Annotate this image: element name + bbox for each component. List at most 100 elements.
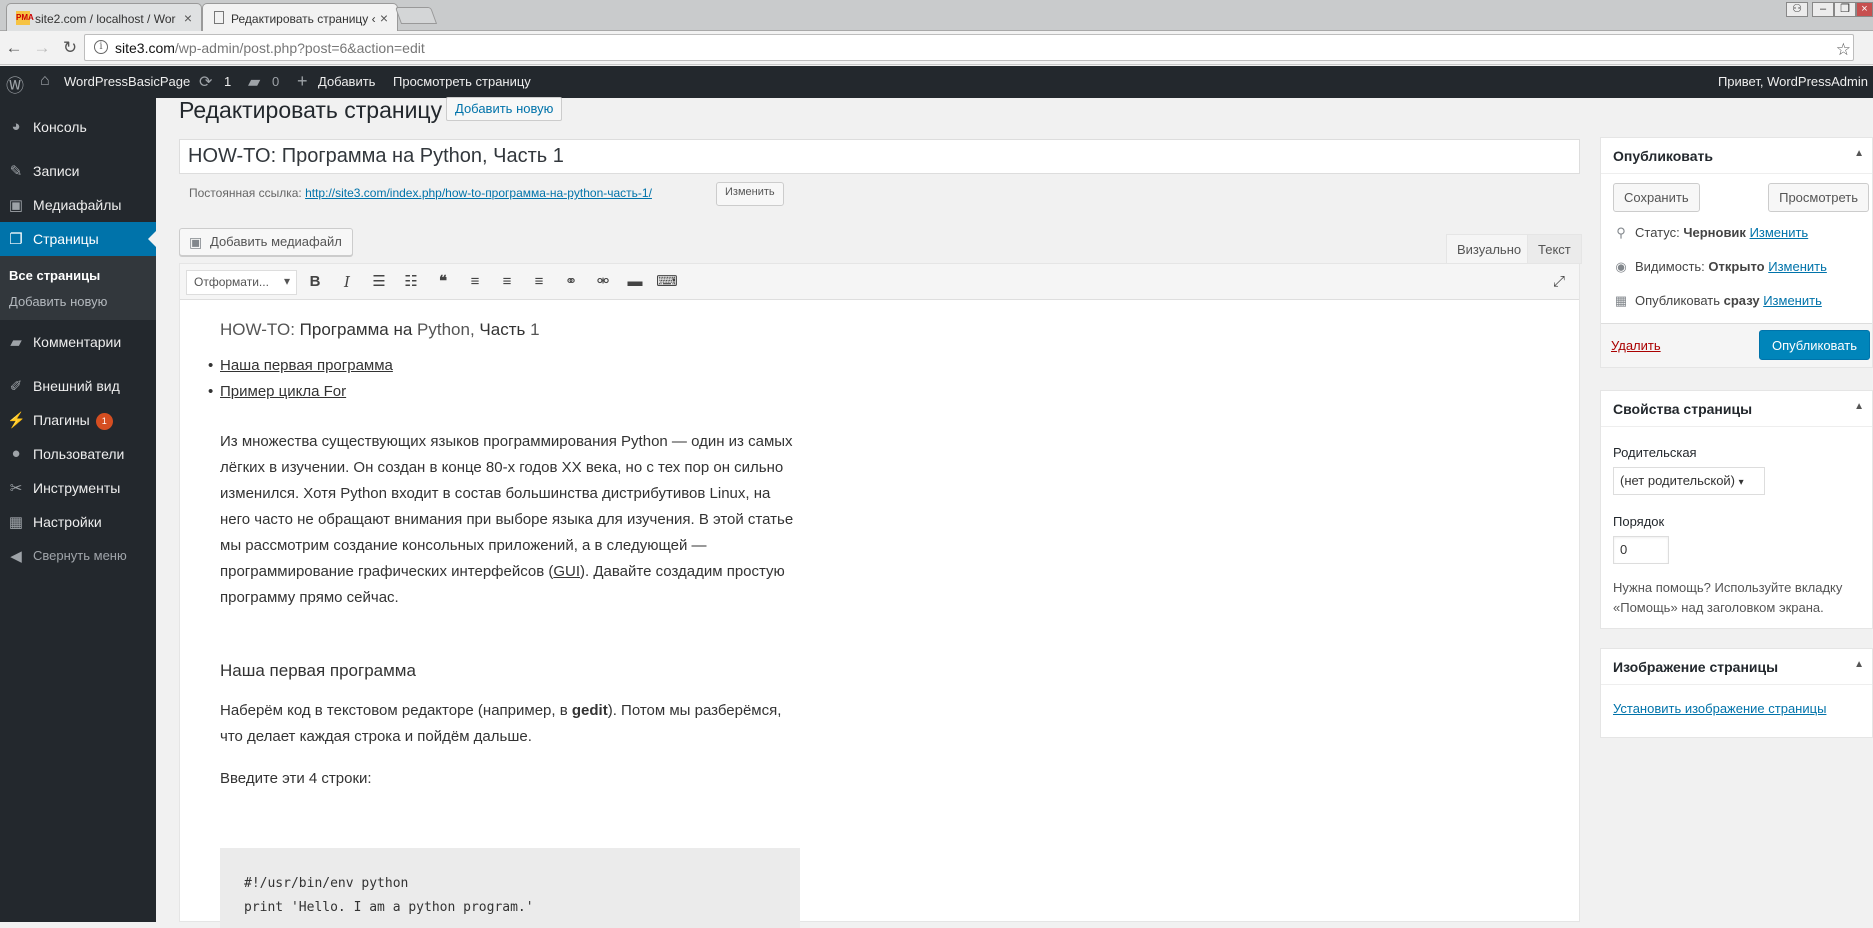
format-select[interactable]: Отформати... <box>186 270 297 295</box>
sidebar-item-label: Консоль <box>33 119 87 135</box>
collapse-arrow-icon[interactable]: ▲ <box>1854 148 1864 159</box>
editor-toolbar: Отформати... B I ☰ ☷ ❝ ≡ ≡ ≡ ⚭ ⚮ ▬ ⌨ ⤢ <box>180 264 1579 300</box>
sidebar-item-label: Пользователи <box>33 446 125 462</box>
collapse-arrow-icon[interactable]: ▲ <box>1854 659 1864 670</box>
parent-select-value: (нет родительской) <box>1620 473 1736 488</box>
content-title-part: 1 <box>525 320 540 339</box>
address-bar[interactable]: i site3.com/wp-admin/post.php?post=6&act… <box>84 34 1854 61</box>
sidebar-item-comments[interactable]: ▰ Комментарии <box>0 325 156 359</box>
toolbar-toggle-icon[interactable]: ⌨ <box>655 271 679 293</box>
tab-visual[interactable]: Визуально <box>1446 234 1533 264</box>
bulleted-list-icon[interactable]: ☰ <box>367 271 391 293</box>
sidebar-item-tools[interactable]: ✂ Инструменты <box>0 471 156 505</box>
content-title-part: Python, <box>412 320 480 339</box>
close-icon[interactable]: × <box>184 10 192 26</box>
media-icon: ▣ <box>8 197 24 214</box>
forward-icon[interactable]: → <box>32 38 52 58</box>
link-icon[interactable]: ⚭ <box>559 271 583 293</box>
maximize-icon[interactable]: ❐ <box>1834 2 1856 17</box>
updates-count[interactable]: 1 <box>224 74 231 89</box>
gui-abbr: GUI <box>553 563 581 580</box>
save-draft-button[interactable]: Сохранить <box>1613 183 1700 212</box>
updates-icon[interactable]: ⟳ <box>199 72 212 92</box>
publish-button[interactable]: Опубликовать <box>1758 330 1870 360</box>
dashboard-icon: ◕ <box>11 118 21 135</box>
toc-link[interactable]: Пример цикла For <box>220 383 346 400</box>
edit-visibility-link[interactable]: Изменить <box>1768 259 1827 274</box>
add-media-button[interactable]: ▣ Добавить медиафайл <box>179 228 353 256</box>
users-icon: ● <box>11 445 21 462</box>
calendar-icon: ▦ <box>1614 293 1628 308</box>
fullscreen-icon[interactable]: ⤢ <box>1547 271 1571 293</box>
reload-icon[interactable]: ↻ <box>60 38 80 58</box>
tab-title: site2.com / localhost / Wor <box>35 12 176 26</box>
set-featured-image-link[interactable]: Установить изображение страницы <box>1613 701 1826 716</box>
italic-icon[interactable]: I <box>335 271 359 293</box>
minimize-icon[interactable]: – <box>1812 2 1834 17</box>
sidebar-item-posts[interactable]: ✎ Записи <box>0 154 156 188</box>
back-icon[interactable]: ← <box>4 38 24 58</box>
unlink-icon[interactable]: ⚮ <box>591 271 615 293</box>
featured-image-header[interactable]: Изображение страницы ▲ <box>1601 649 1872 685</box>
order-input[interactable]: 0 <box>1613 536 1669 564</box>
content-title-part: Часть <box>479 320 526 339</box>
submenu-all-pages[interactable]: Все страницы <box>9 268 100 283</box>
comments-icon[interactable]: ▰ <box>248 72 260 92</box>
sidebar-collapse-menu[interactable]: ◀ Свернуть меню <box>0 539 156 573</box>
close-icon[interactable]: × <box>380 10 388 26</box>
pages-icon: ❐ <box>9 231 23 248</box>
post-title-input[interactable]: HOW-TO: Программа на Python, Часть 1 <box>179 139 1580 174</box>
bookmark-star-icon[interactable]: ☆ <box>1836 40 1851 60</box>
tab-text[interactable]: Текст <box>1527 234 1582 264</box>
submenu-add-new[interactable]: Добавить новую <box>9 294 107 309</box>
blockquote-icon[interactable]: ❝ <box>431 271 455 293</box>
wordpress-logo-icon[interactable]: Ⓦ <box>6 72 24 98</box>
featured-image-box: Изображение страницы ▲ Установить изображ… <box>1600 648 1873 738</box>
wp-admin-bar: Ⓦ ⌂ WordPressBasicPage ⟳ 1 ▰ 0 + Добавит… <box>0 66 1873 98</box>
page-attributes-header[interactable]: Свойства страницы ▲ <box>1601 391 1872 427</box>
align-right-icon[interactable]: ≡ <box>527 271 551 293</box>
sidebar-item-media[interactable]: ▣ Медиафайлы <box>0 188 156 222</box>
comments-count[interactable]: 0 <box>272 74 279 89</box>
page-title: Редактировать страницу <box>179 97 443 123</box>
preview-button[interactable]: Просмотреть <box>1768 183 1869 212</box>
add-media-label: Добавить медиафайл <box>210 234 342 249</box>
sidebar-item-settings[interactable]: ▦ Настройки <box>0 505 156 539</box>
new-content-link[interactable]: Добавить <box>318 74 375 89</box>
edit-schedule-link[interactable]: Изменить <box>1763 293 1822 308</box>
schedule-row: ▦ Опубликовать сразу Изменить <box>1613 293 1822 309</box>
new-tab-button[interactable] <box>394 7 438 24</box>
delete-link[interactable]: Удалить <box>1611 338 1661 353</box>
list-item: • Наша первая программа <box>208 353 800 379</box>
profile-icon[interactable]: ⚇ <box>1786 2 1808 17</box>
settings-icon: ▦ <box>8 514 24 531</box>
window-close-icon[interactable]: × <box>1856 2 1873 17</box>
read-more-icon[interactable]: ▬ <box>623 271 647 293</box>
align-left-icon[interactable]: ≡ <box>463 271 487 293</box>
numbered-list-icon[interactable]: ☷ <box>399 271 423 293</box>
add-new-page-button[interactable]: Добавить новую <box>446 97 563 121</box>
browser-tab-phpmyadmin[interactable]: PMA site2.com / localhost / Wor × <box>6 3 202 31</box>
sidebar-item-plugins[interactable]: ⚡ Плагины 1 <box>0 403 156 437</box>
info-icon[interactable]: i <box>94 40 108 54</box>
view-page-link[interactable]: Просмотреть страницу <box>393 74 531 89</box>
sidebar-item-users[interactable]: ● Пользователи <box>0 437 156 471</box>
edit-status-link[interactable]: Изменить <box>1750 225 1809 240</box>
permalink-link[interactable]: http://site3.com/index.php/how-to-програ… <box>305 186 652 200</box>
publish-box-header[interactable]: Опубликовать ▲ <box>1601 138 1872 174</box>
sidebar-item-pages[interactable]: ❐ Страницы <box>0 222 156 256</box>
sidebar-item-appearance[interactable]: ✐ Внешний вид <box>0 369 156 403</box>
toc-link[interactable]: Наша первая программа <box>220 357 393 374</box>
parent-select[interactable]: (нет родительской) ▾ <box>1613 467 1765 495</box>
content-editor[interactable]: Отформати... B I ☰ ☷ ❝ ≡ ≡ ≡ ⚭ ⚮ ▬ ⌨ ⤢ H… <box>179 263 1580 928</box>
sidebar-item-label: Настройки <box>33 514 102 530</box>
permalink-edit-button[interactable]: Изменить <box>716 182 784 206</box>
bullet-icon: • <box>208 383 214 400</box>
sidebar-item-dashboard[interactable]: ◕ Консоль <box>0 110 156 144</box>
bold-icon[interactable]: B <box>303 271 327 293</box>
site-name-link[interactable]: WordPressBasicPage <box>64 74 190 89</box>
collapse-arrow-icon[interactable]: ▲ <box>1854 401 1864 412</box>
user-greeting[interactable]: Привет, WordPressAdmin <box>1718 74 1868 89</box>
align-center-icon[interactable]: ≡ <box>495 271 519 293</box>
browser-tab-edit-page[interactable]: Редактировать страницу ‹ × <box>202 3 398 32</box>
